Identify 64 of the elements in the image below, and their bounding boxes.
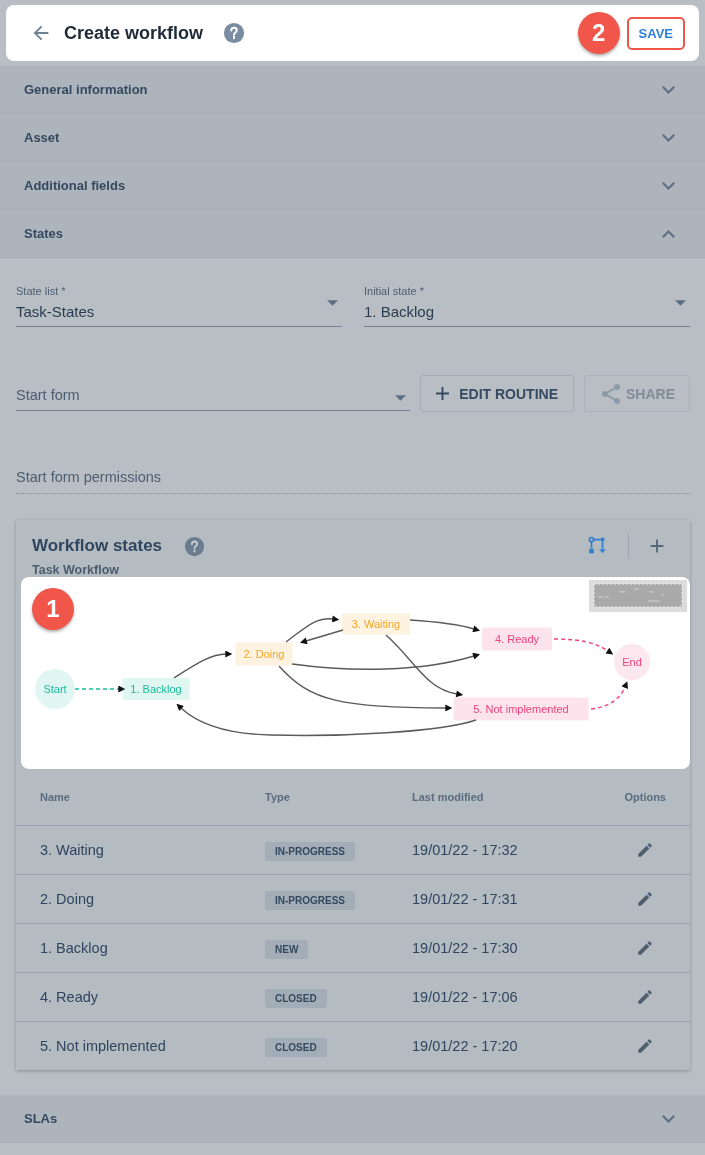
plus-icon [436, 387, 450, 400]
permissions-field[interactable]: Start form permissions [16, 468, 690, 494]
type-tag: CLOSED [265, 989, 327, 1008]
state-node[interactable]: 2. Doing [235, 642, 293, 666]
page-title: Create workflow [64, 22, 204, 44]
select-field[interactable]: Initial state * 1. Backlog [364, 285, 690, 327]
help-icon[interactable] [184, 535, 206, 557]
state-node[interactable]: 1. Backlog [122, 678, 190, 700]
save-button[interactable]: SAVE [626, 16, 685, 50]
table-cell-text: 4. Ready [40, 989, 100, 1005]
accordion-header[interactable]: States [0, 210, 705, 258]
column-header: Options [624, 791, 666, 803]
step-callout: 2 [577, 12, 620, 54]
dropdown-caret-icon[interactable] [675, 300, 686, 306]
help-icon[interactable] [223, 22, 246, 44]
edit-icon[interactable] [636, 939, 654, 957]
terminal-node[interactable]: End [614, 644, 650, 680]
accordion-header[interactable]: Asset [0, 114, 705, 162]
dropdown-caret-icon[interactable] [395, 394, 407, 401]
workflow-name: Task Workflow [32, 563, 120, 577]
table-cell-text: 3. Waiting [40, 842, 105, 858]
table-cell-text: 19/01/22 - 17:30 [412, 940, 519, 956]
edit-icon[interactable] [636, 1037, 654, 1055]
type-tag: NEW [265, 940, 309, 959]
section-title: Additional fields [24, 178, 127, 193]
edit-icon[interactable] [636, 988, 654, 1006]
edit-routine-button[interactable]: EDIT ROUTINE [420, 375, 574, 412]
card-title: Workflow states [32, 536, 163, 556]
column-header: Type [265, 791, 291, 803]
section-title: SLAs [24, 1111, 59, 1126]
section-title: General information [24, 82, 149, 97]
table-cell-text: 5. Not implemented [40, 1038, 167, 1054]
type-tag: CLOSED [265, 1038, 327, 1057]
table-cell-text: 19/01/22 - 17:06 [412, 989, 519, 1005]
dashed-arrow [553, 638, 614, 655]
type-tag: IN-PROGRESS [265, 891, 355, 910]
state-node[interactable]: 4. Ready [482, 627, 552, 651]
dropdown-caret-icon[interactable] [327, 300, 338, 306]
accordion-header[interactable]: Additional fields [0, 162, 705, 210]
state-node[interactable]: 5. Not implemented [453, 697, 589, 721]
column-header: Last modified [412, 791, 485, 803]
select-field[interactable]: State list * Task-States [16, 285, 342, 327]
table-cell-text: 1. Backlog [40, 940, 109, 956]
column-header: Name [40, 791, 71, 803]
dashed-arrow [74, 685, 126, 693]
accordion-header[interactable]: SLAs [0, 1095, 705, 1143]
table-cell-text: 19/01/22 - 17:32 [412, 842, 519, 858]
edit-icon[interactable] [636, 890, 654, 908]
table-cell-text: 2. Doing [40, 891, 95, 907]
dashed-arrow [590, 681, 628, 710]
transition-arrow [173, 650, 233, 679]
step-callout: 1 [32, 588, 74, 630]
table-cell-text: 19/01/22 - 17:31 [412, 891, 519, 907]
share-icon [601, 383, 620, 404]
terminal-node[interactable]: Start [35, 669, 75, 709]
type-tag: IN-PROGRESS [265, 842, 355, 861]
state-node[interactable]: 3. Waiting [342, 613, 410, 635]
accordion-header[interactable]: General information [0, 66, 705, 114]
section-title: States [24, 226, 65, 241]
table-cell-text: 19/01/22 - 17:20 [412, 1038, 519, 1054]
edit-icon[interactable] [636, 841, 654, 859]
section-title: Asset [24, 130, 61, 145]
select-field[interactable]: Start form [16, 376, 411, 411]
minimap-drawing[interactable] [589, 580, 687, 612]
